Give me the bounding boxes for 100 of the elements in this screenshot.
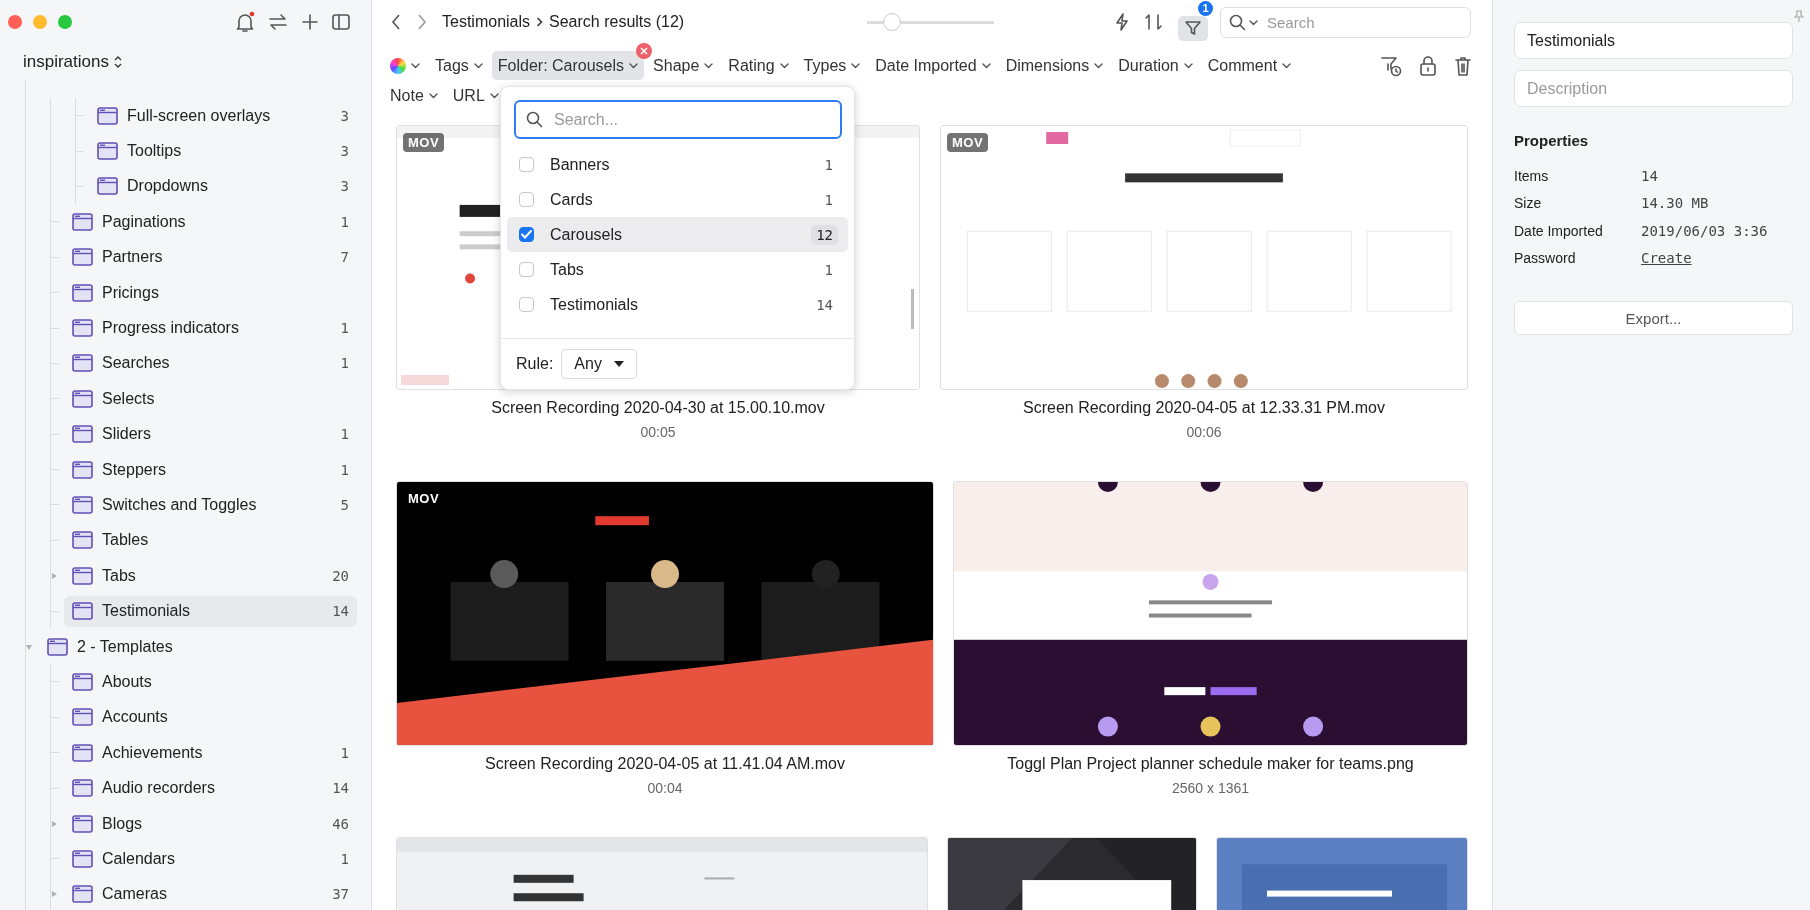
sidebar-item[interactable]: Tooltips 3: [89, 135, 357, 167]
window-icon: [72, 388, 93, 409]
sidebar-item[interactable]: Selects: [64, 383, 357, 415]
property-label: Date Imported: [1514, 222, 1604, 239]
swap-arrows-icon[interactable]: [267, 11, 289, 33]
disclosure-caret-icon[interactable]: [50, 571, 58, 580]
description-field[interactable]: Description: [1514, 70, 1793, 107]
sidebar-item[interactable]: Switches and Toggles 5: [64, 489, 357, 521]
checkbox[interactable]: [519, 297, 534, 312]
window-icon: [72, 884, 93, 905]
property-label: Password: [1514, 250, 1577, 267]
sidebar-item[interactable]: Tabs 20: [64, 560, 357, 592]
window-icon: [47, 636, 68, 657]
sidebar-item[interactable]: Calendars 1: [64, 843, 357, 875]
sidebar-item[interactable]: Tables: [64, 524, 357, 556]
rule-select[interactable]: Any: [561, 349, 637, 379]
filter-chip[interactable]: Tags: [429, 51, 489, 80]
sidebar-item[interactable]: Progress indicators 1: [64, 312, 357, 344]
folder-option[interactable]: Tabs 1: [507, 252, 848, 287]
sidebar-item[interactable]: Full-screen overlays 3: [89, 100, 357, 132]
filter-chip[interactable]: Types: [797, 51, 867, 80]
checkbox[interactable]: [519, 157, 534, 172]
window-icon: [72, 848, 93, 869]
pin-icon[interactable]: [1794, 10, 1804, 22]
sidebar-item[interactable]: Partners 7: [64, 241, 357, 273]
file-info: 2560 x 1361: [1171, 780, 1250, 796]
file-name: Toggl Plan Project planner schedule maker for teams.png: [1007, 755, 1414, 773]
window-icon: [72, 247, 93, 268]
clear-filter-icon[interactable]: [635, 42, 654, 60]
zoom-button[interactable]: [58, 15, 72, 29]
filter-chip[interactable]: Shape: [647, 51, 720, 80]
breadcrumb-item[interactable]: Search results (12): [549, 13, 685, 31]
chevron-down-icon: [851, 62, 861, 69]
filter-chip[interactable]: Folder: Carousels: [491, 51, 645, 80]
filter-clock-icon[interactable]: [1380, 55, 1402, 77]
rule-label: Rule:: [516, 355, 554, 373]
window-icon: [72, 495, 93, 515]
back-icon[interactable]: [390, 13, 402, 31]
sidebar-item[interactable]: Pricings: [64, 277, 357, 309]
sidebar-item[interactable]: Dropdowns 3: [89, 170, 357, 202]
slider-thumb[interactable]: [883, 13, 902, 31]
folder-option[interactable]: Carousels 12: [507, 217, 848, 252]
sidebar-item[interactable]: Accounts: [64, 701, 357, 733]
sidebar-item[interactable]: Sliders 1: [64, 418, 357, 450]
window-icon: [72, 211, 93, 232]
filter-chip[interactable]: Comment: [1201, 51, 1298, 80]
checkbox[interactable]: [519, 262, 534, 277]
checkbox[interactable]: [519, 227, 534, 242]
item-count: 1: [340, 355, 349, 372]
breadcrumb-item[interactable]: Testimonials: [442, 13, 531, 31]
window-icon: [72, 282, 93, 303]
filter-chip[interactable]: Date Imported: [869, 51, 997, 80]
caret-icon: [613, 361, 624, 367]
sidebar-item[interactable]: Searches 1: [64, 347, 357, 379]
sidebar-item[interactable]: Blogs 46: [64, 808, 357, 839]
disclosure-caret-icon[interactable]: [50, 819, 58, 828]
search-field[interactable]: Search...: [514, 100, 842, 139]
filter-chip[interactable]: Note: [384, 81, 444, 110]
sidebar-item[interactable]: Paginations 1: [64, 206, 357, 238]
chevron-down-icon: [629, 62, 639, 69]
folder-option[interactable]: Cards 1: [507, 182, 848, 217]
window-icon: [72, 671, 93, 692]
filter-chip[interactable]: Rating: [722, 51, 795, 80]
sidebar-toggle-icon[interactable]: [331, 11, 351, 33]
sidebar-item[interactable]: 2 - Templates: [39, 631, 357, 663]
filter-chip[interactable]: Dimensions: [999, 51, 1110, 80]
folder-option[interactable]: Banners 1: [507, 147, 848, 182]
folder-option[interactable]: Testimonials 14: [507, 287, 848, 322]
export-button[interactable]: Export...: [1514, 301, 1793, 335]
sidebar-item[interactable]: Testimonials 14: [64, 595, 357, 627]
item-count: 1: [823, 260, 834, 280]
plus-icon[interactable]: [300, 11, 320, 33]
checkbox[interactable]: [519, 192, 534, 207]
forward-icon[interactable]: [416, 13, 428, 31]
sidebar-item[interactable]: Steppers 1: [64, 454, 357, 486]
sidebar-item[interactable]: Audio recorders 14: [64, 772, 357, 804]
item-count: 1: [823, 190, 834, 210]
name-field[interactable]: Testimonials: [1514, 22, 1793, 59]
item-count: 3: [340, 178, 349, 195]
window-icon: [72, 601, 93, 622]
lock-icon[interactable]: [1419, 55, 1437, 77]
disclosure-caret-icon[interactable]: [50, 890, 58, 899]
library-selector[interactable]: inspirations: [20, 52, 125, 72]
create-link[interactable]: Create: [1641, 250, 1692, 267]
chevron-down-icon: [1282, 62, 1292, 69]
sidebar-item[interactable]: Abouts: [64, 666, 357, 698]
filter-chip[interactable]: Duration: [1112, 51, 1199, 80]
minimize-button[interactable]: [33, 15, 47, 29]
search-icon: [526, 111, 543, 128]
filter-button[interactable]: [1178, 15, 1208, 41]
disclosure-caret-icon[interactable]: [25, 642, 33, 651]
file-info: 00:06: [1186, 424, 1222, 440]
sidebar-item[interactable]: Achievements 1: [64, 737, 357, 769]
close-button[interactable]: [8, 15, 22, 29]
bell-icon[interactable]: [234, 11, 256, 33]
trash-icon[interactable]: [1454, 55, 1472, 77]
sidebar-item[interactable]: Cameras 37: [64, 878, 357, 910]
chevron-down-icon: [779, 62, 789, 69]
item-count: 7: [340, 249, 349, 266]
window-icon: [72, 742, 93, 763]
